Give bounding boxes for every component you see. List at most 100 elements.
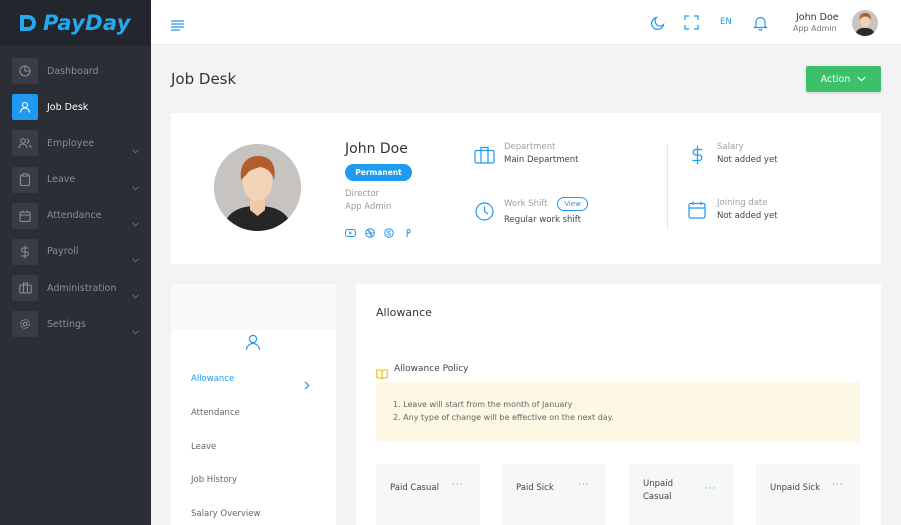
clock-icon <box>475 202 494 225</box>
user-role: App Admin <box>793 24 837 33</box>
topbar: EN John Doe App Admin <box>151 0 901 45</box>
gear-icon <box>12 311 38 338</box>
sidebar-item-attendance[interactable]: Attendance <box>0 202 151 231</box>
salary-label: Salary <box>717 142 744 152</box>
sidebar-item-label: Leave <box>47 174 76 186</box>
chevron-right-icon <box>304 375 310 394</box>
briefcase-icon <box>474 146 495 168</box>
sidebar: PayDay Dashboard Job Desk Employee Leave… <box>0 0 151 525</box>
policy-box: 1. Leave will start from the month of Ja… <box>376 382 860 442</box>
chevron-down-icon <box>132 139 139 158</box>
bell-icon[interactable] <box>753 15 768 35</box>
sidebar-item-settings[interactable]: Settings <box>0 311 151 339</box>
more-options-icon[interactable]: ··· <box>578 480 590 490</box>
action-button-label: Action <box>820 73 851 85</box>
dribbble-icon[interactable] <box>365 223 375 242</box>
sidebar-item-job-desk[interactable]: Job Desk <box>0 94 151 121</box>
sidebar-item-leave[interactable]: Leave <box>0 166 151 195</box>
user-icon <box>12 94 38 121</box>
sidebar-item-payroll[interactable]: Payroll <box>0 238 151 267</box>
leave-type-card: Paid Sick ··· <box>502 464 606 525</box>
leave-type-name: Paid Casual <box>390 483 439 493</box>
more-options-icon[interactable]: ··· <box>832 480 844 490</box>
calendar-icon <box>688 201 706 223</box>
pinterest-icon[interactable] <box>403 223 413 242</box>
social-links <box>345 223 413 242</box>
sidebar-item-label: Settings <box>47 318 86 330</box>
allowance-title: Allowance <box>376 306 432 319</box>
workshift-value: Regular work shift <box>504 215 581 225</box>
profile-designation: Director <box>345 189 380 199</box>
tabs-panel: Allowance Attendance Leave Job History S… <box>171 284 336 525</box>
skype-icon[interactable] <box>384 223 394 242</box>
joining-value: Not added yet <box>717 211 778 221</box>
tab-job-history[interactable]: Job History <box>191 475 237 485</box>
sidebar-nav: Dashboard Job Desk Employee Leave Attend… <box>0 58 151 348</box>
tab-leave[interactable]: Leave <box>191 442 216 452</box>
policy-line: 2. Any type of change will be effective … <box>393 413 614 422</box>
chevron-down-icon <box>857 74 866 85</box>
dashboard-icon <box>12 58 38 84</box>
leave-type-card: Paid Casual ··· <box>376 464 480 525</box>
sidebar-item-label: Administration <box>47 282 117 294</box>
sidebar-item-label: Employee <box>47 137 95 149</box>
tab-attendance[interactable]: Attendance <box>191 408 240 418</box>
joining-label: Joining date <box>717 198 768 208</box>
leave-type-card: Unpaid Casual ··· <box>629 464 733 525</box>
sidebar-item-label: Attendance <box>47 210 102 222</box>
avatar[interactable] <box>852 10 878 36</box>
sidebar-item-label: Dashboard <box>47 65 99 77</box>
profile-avatar <box>214 144 301 231</box>
tab-salary-overview[interactable]: Salary Overview <box>191 509 260 519</box>
profile-name: John Doe <box>345 141 408 157</box>
chevron-down-icon <box>132 248 139 267</box>
leave-type-card: Unpaid Sick ··· <box>756 464 860 525</box>
more-options-icon[interactable]: ··· <box>705 484 717 494</box>
chevron-down-icon <box>132 284 139 303</box>
policy-title: Allowance Policy <box>394 364 469 374</box>
calendar-icon <box>12 202 38 229</box>
users-icon <box>12 130 38 157</box>
leave-type-name: Unpaid Casual <box>643 479 673 502</box>
page-title: Job Desk <box>171 70 237 88</box>
workshift-label: Work Shift <box>504 199 548 209</box>
tab-allowance[interactable]: Allowance <box>191 374 234 384</box>
allowance-panel: Allowance Allowance Policy 1. Leave will… <box>356 284 881 525</box>
menu-icon[interactable] <box>171 16 185 35</box>
tabs-panel-header <box>171 284 336 330</box>
fullscreen-icon[interactable] <box>684 15 699 34</box>
book-icon <box>376 364 388 383</box>
dollar-icon <box>12 238 38 265</box>
brand[interactable]: PayDay <box>0 0 151 45</box>
sidebar-item-label: Job Desk <box>47 101 89 113</box>
action-button[interactable]: Action <box>806 66 881 92</box>
salary-value: Not added yet <box>717 155 778 165</box>
workshift-view-button[interactable]: View <box>557 197 588 211</box>
moon-icon[interactable] <box>651 15 666 34</box>
language-selector[interactable]: EN <box>720 17 732 27</box>
leave-type-name: Paid Sick <box>516 483 554 493</box>
divider <box>667 144 668 230</box>
clipboard-icon <box>12 166 38 193</box>
sidebar-item-dashboard[interactable]: Dashboard <box>0 58 151 84</box>
chevron-down-icon <box>132 212 139 231</box>
youtube-icon[interactable] <box>345 223 356 242</box>
department-label: Department <box>504 142 556 152</box>
department-value: Main Department <box>504 155 579 165</box>
brand-name: PayDay <box>43 10 131 35</box>
policy-line: 1. Leave will start from the month of Ja… <box>393 400 573 409</box>
user-name[interactable]: John Doe <box>796 12 839 23</box>
chevron-down-icon <box>132 176 139 195</box>
chevron-down-icon <box>132 320 139 339</box>
user-icon <box>245 334 261 355</box>
more-options-icon[interactable]: ··· <box>452 480 464 490</box>
dollar-icon <box>691 145 704 169</box>
sidebar-item-label: Payroll <box>47 246 79 258</box>
profile-card: John Doe Permanent Director App Admin De… <box>171 113 881 264</box>
profile-role: App Admin <box>345 202 392 212</box>
sidebar-item-administration[interactable]: Administration <box>0 275 151 303</box>
payday-logo-icon <box>17 13 37 33</box>
sidebar-item-employee[interactable]: Employee <box>0 130 151 158</box>
briefcase-icon <box>12 275 38 302</box>
leave-type-name: Unpaid Sick <box>770 483 821 493</box>
